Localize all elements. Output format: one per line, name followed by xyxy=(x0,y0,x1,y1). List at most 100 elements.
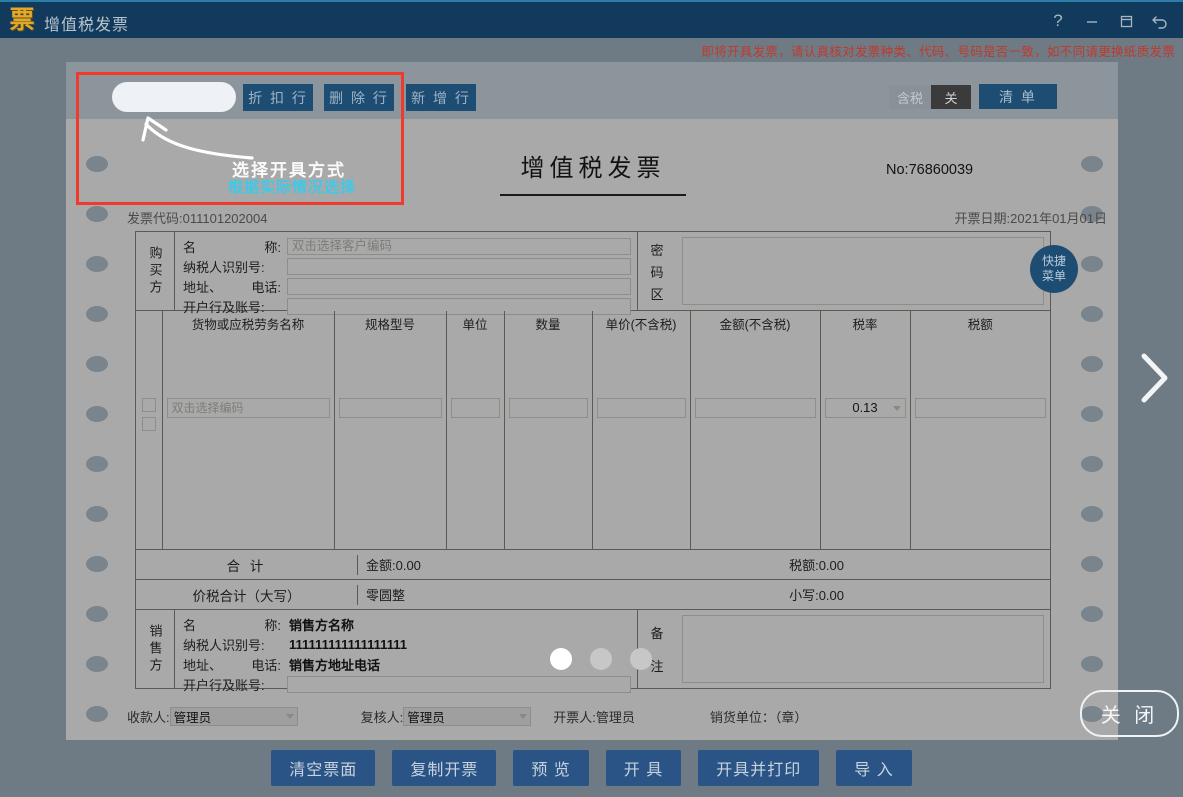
goods-qty-input[interactable] xyxy=(509,398,588,418)
buyer-name-input[interactable]: 双击选择客户编码 xyxy=(287,238,631,255)
chevron-down-icon xyxy=(519,714,527,719)
totals-sum-amount: 金额:0.00 xyxy=(366,555,421,574)
punch-dot xyxy=(86,206,108,222)
remark-box[interactable] xyxy=(682,615,1044,683)
goods-spec-cell xyxy=(334,398,446,549)
drawer-value: 管理员 xyxy=(596,707,635,726)
clear-invoice-button[interactable]: 清空票面 xyxy=(271,750,375,786)
quick-menu-line-1: 快捷 xyxy=(1042,254,1066,269)
punch-dot xyxy=(1081,556,1103,572)
goods-unit-cell xyxy=(446,398,504,549)
invoice-code-label: 发票代码: xyxy=(127,211,183,226)
invoice-date-label: 开票日期: xyxy=(955,211,1011,226)
invoice-code: 发票代码:011101202004 xyxy=(127,208,267,227)
add-row-button[interactable]: 新 增 行 xyxy=(406,84,476,111)
buyer-name-label: 名称: xyxy=(183,237,287,256)
goods-table-row-1: 双击选择编码 0.13 xyxy=(136,398,1050,549)
quick-menu-line-2: 菜单 xyxy=(1042,269,1066,284)
chevron-right-icon[interactable] xyxy=(1138,352,1172,409)
seller-address-label: 地址、电话: xyxy=(183,655,287,674)
goods-name-input[interactable]: 双击选择编码 xyxy=(167,398,330,418)
list-button[interactable]: 清 单 xyxy=(979,84,1057,109)
punch-dot xyxy=(86,406,108,422)
seller-taxid-label: 纳税人识别号: xyxy=(183,635,287,654)
seller-unit-label: 销货单位：（章） xyxy=(710,707,808,726)
goods-header-taxrate: 税率 xyxy=(820,311,910,398)
help-icon[interactable]: ? xyxy=(1041,2,1075,40)
close-button[interactable]: 关 闭 xyxy=(1080,690,1179,737)
payee-select[interactable]: 管理员 xyxy=(170,707,298,726)
buyer-taxid-input[interactable] xyxy=(287,258,631,275)
password-area-char-3: 区 xyxy=(650,284,663,303)
goods-table-header-row: 货物或应税劳务名称 规格型号 单位 数量 单价(不含税) 金额(不含税) 税率 … xyxy=(136,311,1050,398)
quick-menu-button[interactable]: 快捷 菜单 xyxy=(1030,245,1078,293)
buyer-vertical-label: 购买方 xyxy=(136,232,175,310)
buyer-address-input[interactable] xyxy=(287,278,631,295)
minimize-icon[interactable] xyxy=(1075,2,1109,40)
note-dot-active xyxy=(550,648,572,670)
back-icon[interactable] xyxy=(1143,2,1177,40)
chevron-down-icon xyxy=(893,406,901,411)
goods-header-qty: 数量 xyxy=(504,311,592,398)
goods-amount-cell xyxy=(690,398,820,549)
goods-unit-input[interactable] xyxy=(451,398,500,418)
import-button[interactable]: 导 入 xyxy=(836,750,911,786)
issue-and-print-button[interactable]: 开具并打印 xyxy=(698,750,819,786)
punch-dot xyxy=(1081,156,1103,172)
seller-bank-input[interactable] xyxy=(287,676,631,693)
goods-taxrate-select[interactable]: 0.13 xyxy=(825,398,906,418)
punch-dot xyxy=(86,656,108,672)
goods-name-cell: 双击选择编码 xyxy=(162,398,334,549)
password-area-box[interactable] xyxy=(682,237,1044,305)
restore-icon[interactable] xyxy=(1109,2,1143,40)
goods-header-unitprice: 单价(不含税) xyxy=(592,311,690,398)
goods-header-spec: 规格型号 xyxy=(334,311,446,398)
punch-dot xyxy=(1081,456,1103,472)
goods-taxrate-cell: 0.13 xyxy=(820,398,910,549)
payee-value: 管理员 xyxy=(174,707,286,726)
buyer-vertical-label-text: 购买方 xyxy=(147,246,164,297)
preview-button[interactable]: 预 览 xyxy=(513,750,588,786)
goods-unitprice-input[interactable] xyxy=(597,398,686,418)
goods-row-checkbox[interactable] xyxy=(142,417,156,431)
goods-header-name: 货物或应税劳务名称 xyxy=(162,311,334,398)
totals-sum-label: 合 计 xyxy=(136,555,358,575)
punch-dot xyxy=(86,256,108,272)
password-area-label: 密 码 区 xyxy=(637,232,676,310)
totals-grand-words: 零圆整 xyxy=(366,585,405,604)
reviewer-select[interactable]: 管理员 xyxy=(403,707,531,726)
goods-table-row: 货物或应税劳务名称 规格型号 单位 数量 单价(不含税) 金额(不含税) 税率 … xyxy=(136,311,1050,550)
invoice-form-frame: 购买方 名称: 双击选择客户编码 纳税人识别号: 地址、电话: 开户行及账号: … xyxy=(135,231,1051,689)
issue-button[interactable]: 开 具 xyxy=(606,750,681,786)
delete-row-button[interactable]: 删 除 行 xyxy=(324,84,394,111)
goods-header-taxamount: 税额 xyxy=(910,311,1050,398)
punch-dot xyxy=(86,506,108,522)
goods-row-checkbox-top[interactable] xyxy=(142,398,156,412)
seller-name-value: 销售方名称 xyxy=(287,615,631,634)
invoice-date-value: 2021年01月01日 xyxy=(1010,211,1107,226)
seller-vertical-label-text: 销售方 xyxy=(147,624,164,675)
tax-included-toggle[interactable]: 含税 关 xyxy=(889,85,971,109)
invoice-number-value: 76860039 xyxy=(909,162,974,178)
seller-bank-row: 开户行及账号: xyxy=(183,675,631,693)
payee-label: 收款人: xyxy=(127,707,170,726)
goods-taxamount-input[interactable] xyxy=(915,398,1047,418)
totals-grand-digits: 小写:0.00 xyxy=(789,585,1034,604)
seller-bank-label: 开户行及账号: xyxy=(183,675,287,694)
punch-dot xyxy=(86,156,108,172)
invoice-warning-text: 即将开具发票，请认真核对发票种类、代码、号码是否一致，如不同请更换纸质发票 xyxy=(701,41,1175,60)
bottom-button-bar: 清空票面 复制开票 预 览 开 具 开具并打印 导 入 xyxy=(0,750,1183,797)
goods-spec-input[interactable] xyxy=(339,398,442,418)
copy-invoice-button[interactable]: 复制开票 xyxy=(392,750,496,786)
tax-mode-highlight-pill xyxy=(112,82,236,112)
remark-char-2: 注 xyxy=(650,656,663,675)
seller-name-row: 名称: 销售方名称 xyxy=(183,615,631,633)
app-title: 增值税发票 xyxy=(44,11,129,35)
title-bar: 票 增值税发票 ? xyxy=(0,0,1183,38)
punch-dot xyxy=(86,706,108,722)
goods-unitprice-cell xyxy=(592,398,690,549)
discount-row-button[interactable]: 折 扣 行 xyxy=(243,84,313,111)
goods-amount-input[interactable] xyxy=(695,398,816,418)
buyer-address-row: 地址、电话: xyxy=(183,277,631,295)
punch-dot xyxy=(1081,256,1103,272)
